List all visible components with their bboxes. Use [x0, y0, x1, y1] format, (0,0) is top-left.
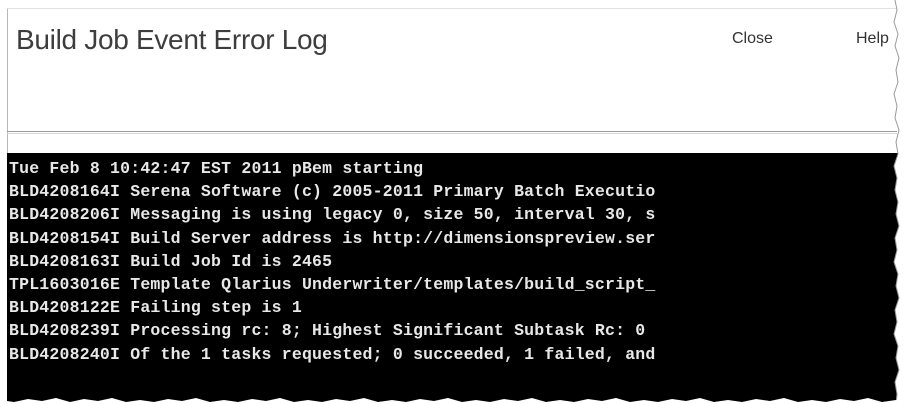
log-line: BLD4208122E Failing step is 1 [9, 298, 302, 318]
log-line: BLD4208240I Of the 1 tasks requested; 0 … [9, 344, 656, 364]
log-line: BLD4208163I Build Job Id is 2465 [9, 251, 333, 271]
log-line: TPL1603016E Template Qlarius Underwriter… [9, 274, 656, 294]
help-link[interactable]: Help [856, 30, 889, 48]
dialog-top-border [7, 8, 897, 9]
dialog-title: Build Job Event Error Log [16, 24, 328, 55]
log-line: BLD4208239I Processing rc: 8; Highest Si… [9, 321, 646, 341]
log-line: Tue Feb 8 10:42:47 EST 2011 pBem startin… [9, 159, 424, 178]
close-link[interactable]: Close [732, 30, 773, 48]
log-console[interactable]: Tue Feb 8 10:42:47 EST 2011 pBem startin… [7, 153, 904, 404]
header-divider [7, 131, 897, 132]
error-log-dialog: Build Job Event Error Log Close Help Tue… [0, 0, 904, 404]
header-divider-shadow [7, 133, 897, 134]
log-line: BLD4208206I Messaging is using legacy 0,… [9, 205, 656, 225]
log-line: BLD4208164I Serena Software (c) 2005-201… [9, 182, 656, 202]
log-line: BLD4208154I Build Server address is http… [9, 228, 656, 248]
